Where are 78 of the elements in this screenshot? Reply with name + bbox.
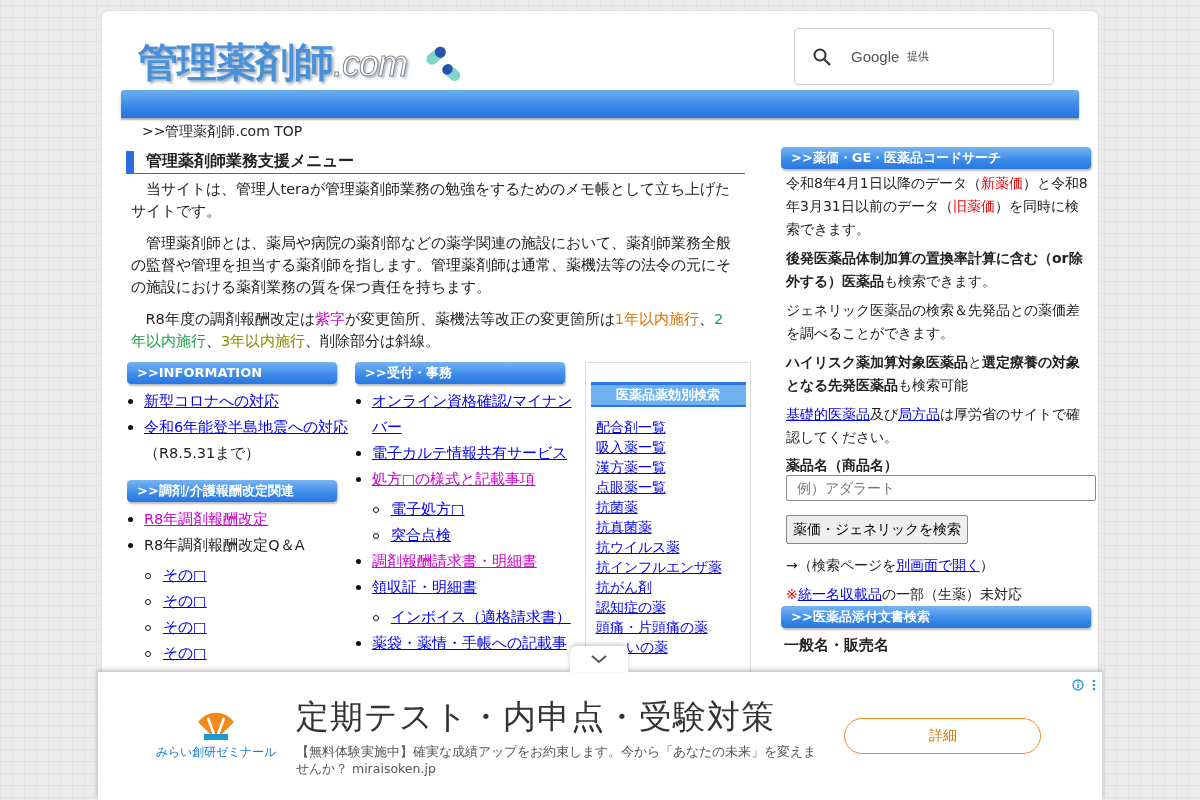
ad-description: 【無料体験実施中】確実な成績アップをお約束します。今から「あなたの未来」を変えませんか？ miraisoken.jp [296, 743, 817, 777]
paragraph: R8年度の調剤報酬改定は紫字が変更箇所、薬機法等改正の変更箇所は1年以内施行、2年以内施行、3年以内施行、削除部分は斜線。 [131, 310, 725, 351]
link[interactable]: R8年調剤報酬改定 [144, 506, 269, 532]
search-icon [813, 47, 831, 66]
section-header: >>INFORMATION [127, 362, 337, 384]
section-title: 管理薬剤師業務支援メニュー [126, 151, 745, 174]
link[interactable]: 認知症の薬 [595, 597, 666, 617]
link[interactable]: 統一名収載品 [797, 586, 882, 602]
section-header: >>調剤/介護報酬改定関連 [127, 480, 337, 502]
section-header: >>医薬品添付文書検索 [781, 606, 1091, 628]
link[interactable]: 抗インフルエンザ薬 [595, 557, 722, 577]
drug-name-field[interactable]: 例）アダラート [786, 475, 1096, 501]
link[interactable]: 基礎的医薬品 [786, 406, 870, 422]
bullet-icon [355, 559, 361, 564]
field-label: 薬品名（商品名） [786, 456, 899, 475]
link[interactable]: 抗ウイルス薬 [595, 537, 680, 557]
link[interactable]: その□ [163, 614, 207, 640]
paragraph: 当サイトは、管理人teraが管理薬剤師業務の勉強をするためのメモ帳として立ち上げたサイトです。 [131, 180, 731, 221]
paragraph: 後発医薬品体制加算の置換率計算に含む（or除外する）医薬品も検索できます。 [786, 249, 1084, 291]
link[interactable]: オンライン資格確認/マイナンバー [371, 388, 585, 440]
paragraph: ハイリスク薬加算対象医薬品と選定療養の対象となる先発医薬品も検索可能 [786, 353, 1081, 395]
link[interactable]: 処方□の様式と記載事項 [371, 466, 536, 492]
list-text: R8年調剤報酬改定Q＆A [144, 537, 305, 553]
section-header: >>受付・事務 [354, 362, 565, 384]
link[interactable]: いの薬 [625, 637, 668, 657]
bullet-icon [128, 399, 133, 404]
collapse-tab[interactable] [570, 646, 628, 672]
link[interactable]: 吸入薬一覧 [595, 437, 666, 457]
link[interactable]: インボイス（適格請求書） [390, 604, 571, 630]
bullet-icon [128, 517, 133, 522]
bullet-icon [128, 543, 133, 548]
link[interactable]: 調剤報酬請求書・明細書 [371, 548, 537, 574]
note-text: （R8.5.31まで） [144, 445, 261, 461]
section-header: >>薬価・GE・医薬品コードサーチ [781, 147, 1091, 169]
bullet-icon [128, 425, 133, 430]
field-label: 一般名・販売名 [784, 636, 890, 655]
open-link-text: →（検索ページを別画面で開く） [786, 556, 995, 575]
paragraph: 管理薬剤師とは、薬局や病院の薬剤部などの薬学関連の施設において、薬剤師業務全般の監督や管理を担当する薬剤師を指します。管理薬剤師は通常、薬機法等の法令の元にその施設における薬剤業務の質を保つ責任を持ちます。 [131, 234, 732, 297]
link[interactable]: 局方品 [898, 406, 940, 422]
link[interactable]: 領収証・明細書 [371, 574, 477, 600]
bullet-icon [355, 451, 361, 456]
link[interactable]: 漢方薬一覧 [595, 457, 666, 477]
link[interactable]: 抗がん剤 [595, 577, 652, 597]
link[interactable]: 配合剤一覧 [595, 417, 666, 437]
capsule-icon [423, 44, 463, 84]
provider-note: 提供 [907, 49, 930, 64]
link[interactable]: 抗菌薬 [595, 497, 638, 517]
link[interactable]: 抗真菌薬 [595, 517, 652, 537]
provider-name: Google [851, 48, 900, 65]
info-icon[interactable] [1072, 679, 1084, 691]
link[interactable]: 電子処方□ [390, 496, 465, 522]
note-text: ※統一名収載品の一部（生薬）未対応 [786, 585, 1023, 604]
link[interactable]: その□ [163, 640, 207, 666]
link[interactable]: 薬袋・薬情・手帳への記載事 [371, 630, 567, 656]
bullet-icon [355, 399, 361, 404]
link[interactable]: 新型コロナへの対応 [144, 388, 279, 414]
paragraph: 基礎的医薬品及び局方品は厚労省のサイトで確認してください。 [786, 405, 1081, 447]
panel-title: 医薬品薬効別検索 [590, 382, 746, 407]
bullet-icon [355, 641, 361, 646]
link[interactable]: 頭痛・片頭痛の薬 [595, 617, 708, 637]
link[interactable]: 別画面で開く [895, 557, 980, 573]
paragraph: ジェネリック医薬品の検索＆先発品との薬価差を調べることができます。 [786, 301, 1081, 343]
link[interactable]: その□ [163, 562, 207, 588]
paragraph: 令和8年4月1日以降のデータ（新薬価）と令和8年3月31日以前のデータ（旧薬価）を同時に検索できます。 [786, 174, 1089, 239]
link[interactable]: 電子カルテ情報共有サービス [371, 440, 567, 466]
breadcrumb-link[interactable]: >>管理薬剤師.com TOP [142, 123, 303, 139]
brand-name: みらい創研ゼミナール [156, 743, 276, 761]
link[interactable]: 点眼薬一覧 [595, 477, 666, 497]
link[interactable]: 令和6年能登半島地震への対応 [144, 414, 349, 440]
bullet-icon [355, 477, 361, 482]
chevron-down-icon [590, 654, 608, 664]
more-icon[interactable] [1092, 679, 1096, 691]
link[interactable]: その□ [163, 588, 207, 614]
search-button[interactable]: 薬価・ジェネリックを検索 [786, 515, 968, 544]
search-field[interactable]: Google 提供 [794, 28, 1054, 85]
bullet-icon [355, 585, 361, 590]
ad-headline[interactable]: 定期テスト・内申点・受験対策 [296, 695, 826, 739]
link[interactable]: 突合点検 [390, 522, 451, 548]
